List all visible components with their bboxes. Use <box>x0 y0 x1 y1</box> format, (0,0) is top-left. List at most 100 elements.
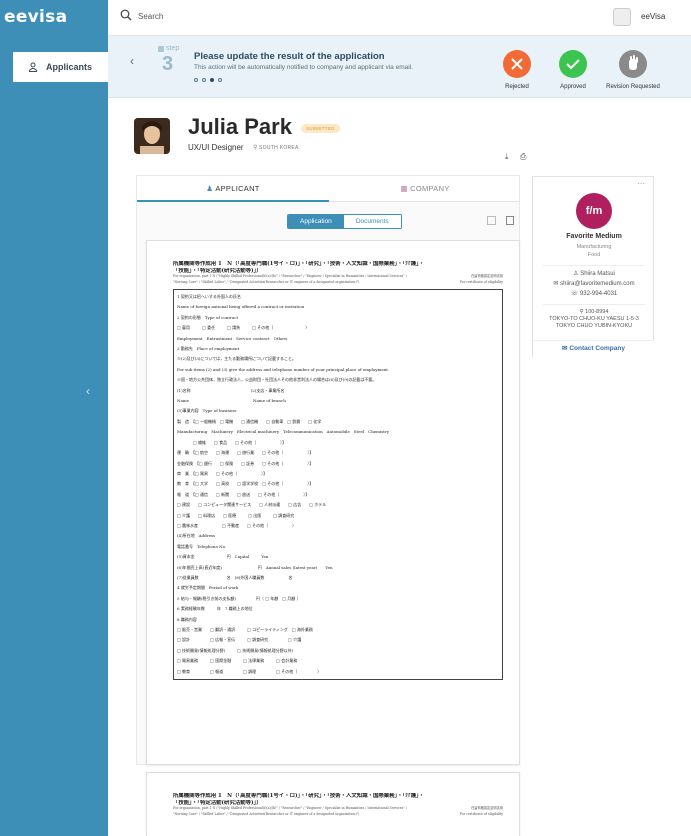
tabs: ♟ APPLICANT ▦ COMPANY <box>137 176 519 202</box>
app-logo: eevisa <box>4 7 68 27</box>
contact-phone-text: 932-994-4031 <box>579 291 618 297</box>
document-toggle: Application Documents <box>287 214 402 229</box>
tab-company-label: COMPANY <box>410 184 450 193</box>
search-icon[interactable] <box>120 9 132 21</box>
form-subheading-2: "Nursing Care" / "Skilled Labor" / "Desi… <box>173 811 360 816</box>
action-banner: ‹ step 3 Please update the result of the… <box>108 36 691 98</box>
contact-email-text: shiira@favoritemedium.com <box>560 281 635 287</box>
check-icon <box>566 59 580 70</box>
divider <box>543 265 645 266</box>
step-dot <box>202 78 206 82</box>
person-icon: ♙ <box>573 271 579 277</box>
step-number: 3 <box>162 53 174 75</box>
file-icon[interactable] <box>506 216 514 225</box>
company-logo: f/m <box>576 193 612 229</box>
user-name[interactable]: eeVisa <box>641 12 665 21</box>
form-line: □ 建設 □ コンピュータ関連サービス □ 人材派遣 □ 広告 □ ホテル <box>177 502 327 508</box>
sidebar-item-applicants[interactable]: Applicants <box>13 52 108 82</box>
applicant-location: SOUTH KOREA <box>259 145 299 151</box>
form-line: □ 介護 □ 料理店 □ 医療 □ 出版 □ 調査研究 <box>177 512 295 518</box>
building-icon: ▦ <box>400 184 408 193</box>
form-line: □ 設計 □ 広報・宣伝 □ 調査研究 □ 介護 <box>177 637 302 643</box>
form-line: Manufacturing Machinery Electrical machi… <box>177 429 390 435</box>
chevron-left-icon[interactable]: ‹ <box>130 54 134 68</box>
sidebar-item-label: Applicants <box>46 62 93 72</box>
application-form-page-2: 所属機関等作成用 1 N（「高度専門職(1号イ・ロ)」・「研究」・「技術・人文知… <box>146 772 520 836</box>
form-line: 電話番号 Telephone No. <box>177 543 227 549</box>
form-line: 商 業 【□ 貿易 □ その他（ ）】 <box>177 470 268 476</box>
print-icon[interactable]: ⎙ <box>520 152 526 162</box>
form-line: □ 教育 □ 報道 □ 調理 □ その他（ ） <box>177 668 322 674</box>
location-pin-icon: ⚲ <box>253 145 258 151</box>
tab-applicant[interactable]: ♟ APPLICANT <box>137 176 329 202</box>
step-icon <box>158 46 164 52</box>
sidebar: eevisa Applicants ‹ <box>0 0 108 836</box>
company-card: ··· f/m Favorite Medium Manufacturing Fo… <box>532 176 654 358</box>
search-input[interactable]: Search <box>138 12 163 21</box>
company-name: Favorite Medium <box>566 233 622 240</box>
company-industry: Manufacturing <box>576 244 612 250</box>
step-dots <box>194 78 222 82</box>
company-postal: ⚲ 100-8994 <box>533 309 655 315</box>
company-sub-industry: Food <box>587 252 601 258</box>
divider <box>543 304 645 305</box>
toggle-documents[interactable]: Documents <box>343 215 401 228</box>
company-address-2: TOKYO CHUO YUBIN-KYOKU <box>555 323 633 329</box>
phone-icon: ☏ <box>570 291 579 297</box>
form-line: 5 給与・報酬(税引き前の支払額) 円（ □ 年額 □ 月額 ） <box>177 595 301 601</box>
close-icon <box>511 58 523 70</box>
form-line: (3)事業内容 Type of business <box>177 408 237 414</box>
form-line: Name of foreign national being offered a… <box>177 304 305 310</box>
step-label: step <box>166 45 180 52</box>
tab-applicant-label: APPLICANT <box>215 184 260 193</box>
form-line: 4 就労予定期間 Period of work <box>177 585 239 591</box>
tab-company[interactable]: ▦ COMPANY <box>329 176 521 202</box>
form-line: (1)名称 (2)支店・事業所名 <box>177 387 285 393</box>
form-line: □ 販売・営業 □ 翻訳・通訳 □ コピーライティング □ 海外業務 <box>177 627 313 632</box>
approve-button[interactable] <box>559 50 587 78</box>
grid-view-icon[interactable] <box>487 216 496 225</box>
contact-phone: ☏ 932-994-4031 <box>533 290 655 297</box>
location-pin-icon: ⚲ <box>579 309 584 315</box>
contact-email[interactable]: ✉ shiira@favoritemedium.com <box>533 280 655 287</box>
form-line: 製 造 【□ 一般機械 □ 電機 □ 通信機 □ 自動車 □ 鉄鋼 □ 化学 <box>177 418 322 424</box>
collapse-arrow-icon[interactable]: ‹ <box>86 384 90 398</box>
form-line: (5)資本金 円 Capital Yen <box>177 554 269 560</box>
form-line: □ 技術開発(情報処理分野) □ 技術開発(情報処理分野以外) <box>177 647 294 653</box>
revision-button[interactable] <box>619 50 647 78</box>
form-line: Name Name of branch <box>177 398 286 404</box>
toggle-application[interactable]: Application <box>288 215 344 228</box>
form-subheading-2-right: For certificate of eligibility <box>459 279 503 284</box>
contact-name-text: Shiira Matsui <box>580 271 615 277</box>
applicant-name: Julia Park <box>188 114 292 139</box>
mail-icon: ✉ <box>562 345 568 352</box>
form-line: 3 勤務先 Place of employment <box>177 346 240 352</box>
contact-name: ♙ Shiira Matsui <box>533 270 655 277</box>
step-dot-active <box>210 78 214 82</box>
top-bar: Search eeVisa <box>108 0 691 36</box>
form-line: □ 繊維 □ 食品 □ その他（ ）】 <box>177 439 287 445</box>
banner-subtitle: This action will be automatically notifi… <box>194 64 413 71</box>
form-subheading-2: "Nursing Care" / "Skilled Labor" / "Desi… <box>173 279 360 284</box>
step-dot <box>218 78 222 82</box>
users-icon <box>28 62 38 72</box>
form-line: □ 雇用 □ 委任 □ 請負 □ その他（ ） <box>177 325 310 331</box>
form-line: 金融保険 【□ 銀行 □ 保険 □ 証券 □ その他（ ）】 <box>177 460 314 466</box>
status-badge: SUBMITTED <box>301 124 340 133</box>
more-icon[interactable]: ··· <box>637 179 645 188</box>
download-icon[interactable]: ⤓ <box>505 152 509 162</box>
contact-company-button[interactable]: ✉ Contact Company <box>533 340 654 358</box>
form-line: (7)従業員数 名 (8)外国人職員数 名 <box>177 574 293 580</box>
form-subheading-2-right: For certificate of eligibility <box>459 811 503 816</box>
form-line: ※(2)及び(3)については，主たる勤務場所について記載すること。 <box>177 356 297 362</box>
form-content-2: 所属機関等作成用 1 N（「高度専門職(1号イ・ロ)」・「研究」・「技術・人文知… <box>173 793 503 817</box>
reject-button[interactable] <box>503 50 531 78</box>
revision-label: Revision Requested <box>606 84 660 90</box>
form-line: 運 輸 【□ 航空 □ 海運 □ 旅行業 □ その他（ ）】 <box>177 450 314 456</box>
form-line: 教 育 【□ 大学 □ 高校 □ 語学学校 □ その他（ ）】 <box>177 481 314 487</box>
form-line: 1 契約又は招へいする外国人の氏名 <box>177 294 241 299</box>
company-address-1: TOKYO-TO CHUO-KU YAESU 1-5-3 <box>549 316 639 322</box>
user-avatar[interactable] <box>613 8 631 26</box>
step-dot <box>194 78 198 82</box>
applicant-role: UX/UI Designer <box>188 143 244 152</box>
